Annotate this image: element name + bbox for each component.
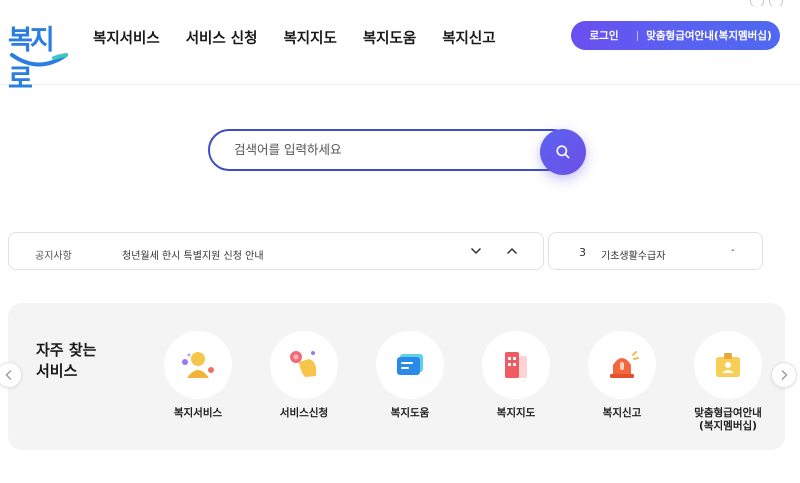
service-label: 복지서비스 <box>173 407 223 419</box>
service-apply[interactable]: 서비스신청 <box>254 331 354 420</box>
nav-welfare-map[interactable]: 복지지도 <box>283 27 336 48</box>
popular-keyword-bar[interactable]: 3 기초생활수급자 - <box>548 232 763 270</box>
service-help[interactable]: 복지도움 <box>360 331 460 420</box>
service-icon-circle <box>376 331 444 399</box>
service-icon-circle <box>164 331 232 399</box>
service-icon-circle <box>588 331 656 399</box>
service-welfare[interactable]: 복지서비스 <box>148 331 248 420</box>
service-label: 복지도움 <box>390 407 430 419</box>
id-card-icon <box>716 353 740 377</box>
service-label: 맞춤형급여안내 (복지멤버십) <box>678 407 778 433</box>
chevron-down-icon[interactable] <box>470 246 482 256</box>
favorite-services-title: 자주 찾는 서비스 <box>36 340 96 382</box>
person-icon <box>182 352 214 378</box>
notice-label: 공지사항 <box>35 251 72 262</box>
chevron-up-icon[interactable] <box>506 246 518 256</box>
service-label-line: (복지멤버십) <box>699 420 757 432</box>
hand-tap-icon <box>290 351 316 377</box>
nav-welfare-report[interactable]: 복지신고 <box>442 27 495 48</box>
search-button[interactable] <box>540 129 586 175</box>
site-header: 복지로 복지서비스 서비스 신청 복지지도 복지도움 복지신고 로그인 맞춤형급… <box>0 0 800 95</box>
login-button[interactable]: 로그인 <box>571 28 637 43</box>
service-icon-circle <box>270 331 338 399</box>
service-label: 복지지도 <box>496 407 536 419</box>
service-icon-circle <box>482 331 550 399</box>
nav-service-apply[interactable]: 서비스 신청 <box>186 27 258 48</box>
service-label: 서비스신청 <box>279 407 329 419</box>
rank-number: 3 <box>579 246 586 259</box>
member-menu: 로그인 맞춤형급여안내(복지멤버십) <box>571 21 780 50</box>
notice-bar: 공지사항 청년월세 한시 특별지원 신청 안내 <box>8 232 544 270</box>
carousel-next-button[interactable] <box>771 362 797 388</box>
search-box <box>208 129 574 171</box>
rank-keyword: 기초생활수급자 <box>601 251 666 262</box>
nav-welfare-service[interactable]: 복지서비스 <box>93 27 160 48</box>
service-label: 복지신고 <box>602 407 642 419</box>
service-map[interactable]: 복지지도 <box>466 331 566 420</box>
service-custom-benefit[interactable]: 맞춤형급여안내 (복지멤버십) <box>678 331 778 433</box>
service-label-line: 맞춤형급여안내 <box>694 407 762 419</box>
title-line: 자주 찾는 <box>36 341 97 359</box>
chevron-right-icon <box>781 370 788 380</box>
chat-bubble-icon <box>397 354 423 375</box>
search-icon <box>556 145 570 159</box>
service-icon-circle <box>694 331 762 399</box>
nav-welfare-help[interactable]: 복지도움 <box>363 27 416 48</box>
notice-text[interactable]: 청년월세 한시 특별지원 신청 안내 <box>122 247 264 262</box>
siren-icon <box>610 351 639 378</box>
site-logo[interactable]: 복지로 <box>8 18 68 95</box>
service-report[interactable]: 복지신고 <box>572 331 672 420</box>
chevron-left-icon <box>5 370 12 380</box>
map-building-icon <box>505 352 527 378</box>
favorite-services-panel: 자주 찾는 서비스 복지서비스 서비스신청 복지도움 복지지도 복지신고 맞춤형… <box>8 303 785 450</box>
main-nav: 복지서비스 서비스 신청 복지지도 복지도움 복지신고 <box>93 27 522 48</box>
search-bar <box>208 129 586 175</box>
rank-change: - <box>731 245 735 256</box>
custom-benefit-guide-button[interactable]: 맞춤형급여안내(복지멤버십) <box>638 28 780 43</box>
search-input[interactable] <box>232 141 536 158</box>
logo-smile-icon <box>10 53 68 67</box>
title-line: 서비스 <box>36 362 78 380</box>
